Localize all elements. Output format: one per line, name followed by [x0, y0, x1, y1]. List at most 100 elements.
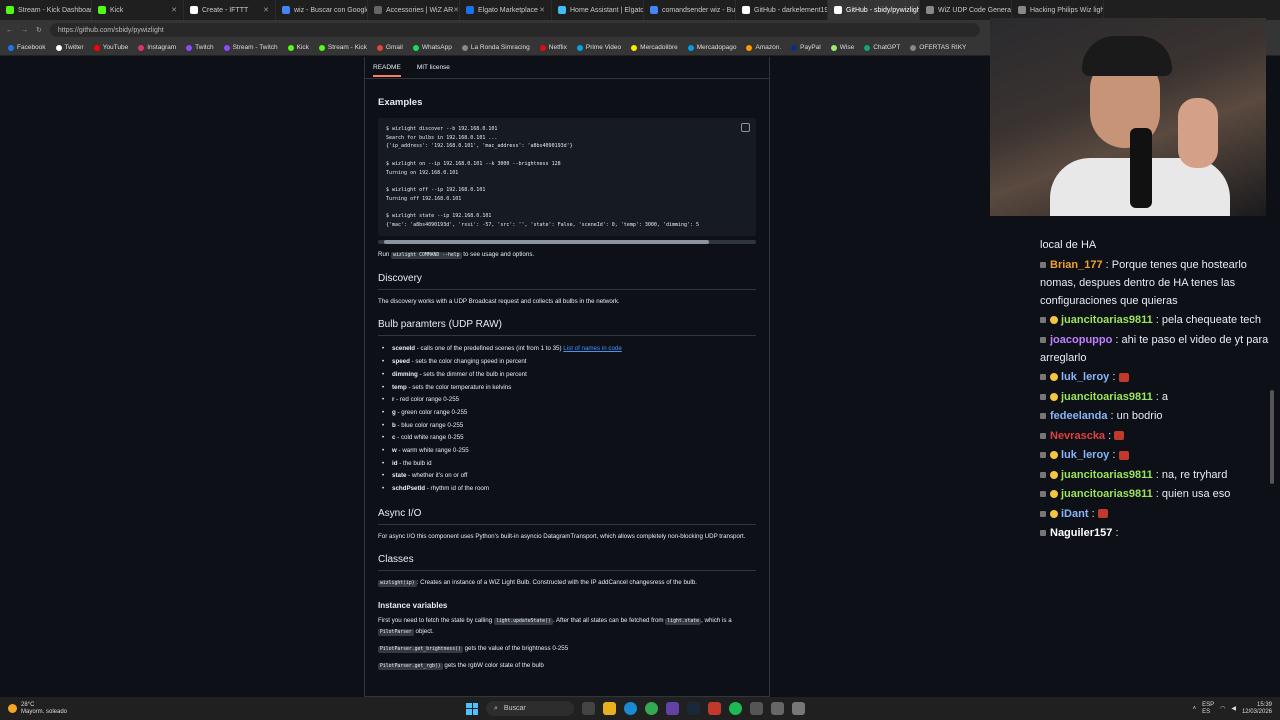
bookmark-item[interactable]: PayPal	[791, 44, 821, 51]
url-input[interactable]: https://github.com/sbidy/pywizlight	[49, 23, 980, 37]
browser-tab[interactable]: Accessories | WiZ AR ✕	[368, 0, 460, 20]
bookmark-item[interactable]: Facebook	[8, 44, 46, 51]
browser-tab[interactable]: Kick ✕	[92, 0, 184, 20]
edge-icon[interactable]	[624, 702, 637, 715]
bookmark-favicon-icon	[138, 44, 145, 51]
file-explorer-icon[interactable]	[603, 702, 616, 715]
close-tab-icon[interactable]: ✕	[453, 6, 459, 14]
browser-tab[interactable]: WiZ UDP Code Generator✕	[920, 0, 1012, 20]
weather-widget[interactable]: 28°C Mayorm. soleado	[8, 702, 67, 716]
close-tab-icon[interactable]: ✕	[263, 6, 269, 14]
bookmark-item[interactable]: WhatsApp	[412, 44, 452, 51]
bookmark-favicon-icon	[910, 44, 917, 51]
chevron-up-icon[interactable]: ˄	[1193, 706, 1197, 712]
param-desc: - blue color range 0-255	[395, 421, 464, 429]
bookmark-item[interactable]: Twitter	[55, 44, 84, 51]
browser-tab[interactable]: Hacking Philips Wiz light✕	[1012, 0, 1104, 20]
tab-readme[interactable]: README	[373, 64, 401, 77]
run-pre: Run	[378, 251, 390, 259]
chat-username[interactable]: luk_leroy	[1061, 449, 1109, 461]
pp1-text: PilotParser.get_brightness() gets the va…	[378, 644, 756, 655]
scene-names-link[interactable]: List of names in code	[563, 345, 621, 352]
bookmark-item[interactable]: Amazon.	[746, 44, 781, 51]
run-usage-text: Run wizlight COMMAND --help to see usage…	[378, 250, 756, 261]
chat-username[interactable]: luk_leroy	[1061, 371, 1109, 383]
chat-username[interactable]: juancitoarias9811	[1061, 488, 1153, 500]
async-heading: Async I/O	[378, 508, 756, 525]
chat-username[interactable]: juancitoarias9811	[1061, 314, 1153, 326]
reload-icon[interactable]: ↻	[36, 26, 42, 34]
chat-username[interactable]: Naguiler157	[1050, 527, 1112, 539]
code-scrollbar[interactable]	[378, 240, 756, 245]
clock[interactable]: 15:39 12/03/2026	[1242, 702, 1272, 716]
bookmark-item[interactable]: Mercadolibre	[631, 44, 678, 51]
bookmark-item[interactable]: Instagram	[138, 44, 176, 51]
back-icon[interactable]: ←	[6, 27, 13, 34]
browser-tab[interactable]: wiz - Buscar con Google✕	[276, 0, 368, 20]
settings-icon[interactable]	[792, 702, 805, 715]
param-desc: - sets the color changing speed in perce…	[409, 358, 527, 366]
chat-username[interactable]: iDant	[1061, 508, 1089, 520]
tab-license[interactable]: MIT license	[417, 64, 450, 71]
wifi-icon[interactable]: ◠	[1220, 705, 1225, 712]
browser-tab[interactable]: GitHub - sbidy/pywizligh✕	[828, 0, 920, 20]
page-scrollbar[interactable]	[1270, 56, 1276, 696]
bookmark-label: PayPal	[800, 44, 821, 51]
chat-username[interactable]: Nevrascka	[1050, 430, 1105, 442]
steam-icon[interactable]	[687, 702, 700, 715]
browser-tab[interactable]: GitHub - darkelement19/...✕	[736, 0, 828, 20]
windows-start-icon[interactable]	[466, 702, 478, 715]
language-indicator[interactable]: ESP ES	[1202, 702, 1214, 716]
taskbar-search[interactable]: ⌕ Buscar	[486, 701, 574, 716]
close-tab-icon[interactable]: ✕	[171, 6, 177, 14]
copy-icon[interactable]	[741, 123, 750, 132]
param-desc: - red color range 0-255	[394, 396, 460, 404]
code-scroll-thumb[interactable]	[384, 240, 709, 245]
weather-temp: 28°C	[21, 701, 35, 708]
param-list-item: dimming - sets the dimmer of the bulb in…	[378, 369, 756, 382]
webcam-microphone	[1130, 128, 1152, 208]
browser-tab[interactable]: Home Assistant | Elgato M✕	[552, 0, 644, 20]
bookmark-label: Mercadopago	[696, 44, 737, 51]
chat-username[interactable]: fedeelanda	[1050, 410, 1107, 422]
bookmark-item[interactable]: OFERTAS RIKY	[910, 44, 966, 51]
obs-icon[interactable]	[750, 702, 763, 715]
chat-username[interactable]: joacopuppo	[1050, 334, 1112, 346]
bookmark-item[interactable]: Wise	[830, 44, 854, 51]
bookmark-item[interactable]: Stream - Twitch	[223, 44, 278, 51]
chat-username[interactable]: juancitoarias9811	[1061, 391, 1153, 403]
chat-username[interactable]: Brian_177	[1050, 259, 1103, 271]
bookmark-item[interactable]: Stream - Kick	[318, 44, 367, 51]
chrome-icon[interactable]	[645, 702, 658, 715]
bookmark-item[interactable]: Kick	[287, 44, 309, 51]
param-desc: - calls one of the predefined scenes (in…	[415, 345, 562, 353]
browser-tab[interactable]: comandsender wiz - Busc✕	[644, 0, 736, 20]
browser-tab[interactable]: Elgato Marketplace ✕	[460, 0, 552, 20]
discord-icon[interactable]	[666, 702, 679, 715]
tab-favicon-icon	[98, 6, 106, 14]
bookmark-favicon-icon	[287, 44, 294, 51]
page-scroll-thumb[interactable]	[1270, 390, 1274, 484]
spotify-icon[interactable]	[729, 702, 742, 715]
bookmark-label: Gmail	[385, 44, 403, 51]
chat-username[interactable]: juancitoarias9811	[1061, 469, 1153, 481]
gamepad-icon[interactable]	[771, 702, 784, 715]
discovery-text: The discovery works with a UDP Broadcast…	[378, 298, 620, 306]
browser-tab[interactable]: Stream - Kick Dashboard✕	[0, 0, 92, 20]
volume-icon[interactable]: ◀	[1231, 705, 1236, 712]
task-view-icon[interactable]	[582, 702, 595, 715]
bookmark-item[interactable]: Gmail	[376, 44, 403, 51]
bookmark-item[interactable]: Netflix	[539, 44, 567, 51]
emote-icon	[1118, 372, 1129, 382]
app-icon[interactable]	[708, 702, 721, 715]
forward-icon[interactable]: →	[21, 27, 28, 34]
bookmark-item[interactable]: Twitch	[186, 44, 214, 51]
browser-tab[interactable]: Create - IFTTT ✕	[184, 0, 276, 20]
bookmark-item[interactable]: ChatGPT	[864, 44, 900, 51]
close-tab-icon[interactable]: ✕	[539, 6, 545, 14]
bookmark-item[interactable]: La Ronda Simracing	[461, 44, 530, 51]
bookmark-item[interactable]: Mercadopago	[687, 44, 737, 51]
bookmark-item[interactable]: YouTube	[93, 44, 128, 51]
bookmark-label: Twitter	[64, 44, 84, 51]
bookmark-item[interactable]: Prime Video	[576, 44, 621, 51]
